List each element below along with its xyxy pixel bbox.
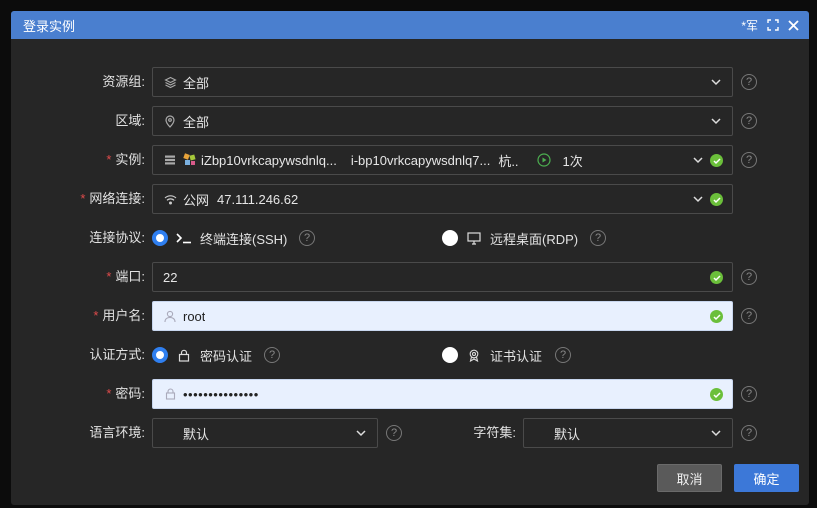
- login-instance-dialog: 登录实例 *军 资源组: 全部 ? 区域: 全部 ? * 实例: iZbp10v…: [11, 11, 809, 505]
- region-select[interactable]: 全部: [152, 106, 733, 136]
- chevron-down-icon: [693, 196, 703, 203]
- resource-group-label: 资源组:: [102, 74, 145, 89]
- chevron-down-icon: [711, 118, 721, 125]
- radio-checked[interactable]: [152, 347, 168, 363]
- wifi-icon: [163, 192, 177, 206]
- network-type: 公网: [183, 192, 210, 208]
- auth-cert-radio[interactable]: 证书认证: [442, 340, 542, 370]
- locale-value: 默认: [183, 426, 210, 442]
- lock-icon: [176, 347, 192, 363]
- password-label: * 密码:: [106, 386, 145, 401]
- close-icon[interactable]: [788, 19, 799, 31]
- valid-check-icon: [710, 154, 723, 167]
- pin-label[interactable]: *军: [741, 17, 758, 34]
- network-select[interactable]: 公网 47.111.246.62: [152, 184, 733, 214]
- help-icon[interactable]: ?: [741, 74, 757, 90]
- protocol-rdp-label: 远程桌面(RDP): [490, 231, 579, 247]
- location-pin-icon: [163, 114, 177, 128]
- chevron-down-icon: [693, 157, 703, 164]
- fullscreen-icon[interactable]: [767, 19, 779, 31]
- username-label: * 用户名:: [93, 308, 145, 323]
- network-label: * 网络连接:: [80, 191, 145, 206]
- protocol-ssh-label: 终端连接(SSH): [200, 231, 288, 247]
- help-icon[interactable]: ?: [264, 347, 280, 363]
- username-input[interactable]: root: [152, 301, 733, 331]
- instance-region: 杭..: [498, 153, 519, 169]
- protocol-label: 连接协议:: [89, 230, 145, 245]
- chevron-down-icon: [356, 430, 366, 437]
- charset-value: 默认: [554, 426, 581, 442]
- radio-unchecked[interactable]: [442, 230, 458, 246]
- monitor-icon: [466, 230, 482, 246]
- help-icon[interactable]: ?: [741, 386, 757, 402]
- instance-label: * 实例:: [106, 152, 145, 167]
- instance-id: iZbp10vrkcapywsdnlq...: [201, 152, 337, 168]
- valid-check-icon: [710, 388, 723, 401]
- layers-icon: [163, 75, 177, 89]
- auth-method-label: 认证方式:: [89, 347, 145, 362]
- resource-group-select[interactable]: 全部: [152, 67, 733, 97]
- instance-count: 1次: [562, 153, 583, 169]
- instance-select[interactable]: iZbp10vrkcapywsdnlq... i-bp10vrkcapywsdn…: [152, 145, 733, 175]
- password-input[interactable]: •••••••••••••••: [152, 379, 733, 409]
- password-value: •••••••••••••••: [183, 386, 259, 402]
- help-icon[interactable]: ?: [741, 269, 757, 285]
- help-icon[interactable]: ?: [741, 113, 757, 129]
- help-icon[interactable]: ?: [741, 308, 757, 324]
- certificate-icon: [466, 347, 482, 363]
- radio-checked[interactable]: [152, 230, 168, 246]
- charset-select[interactable]: 默认: [523, 418, 733, 448]
- network-ip: 47.111.246.62: [217, 191, 299, 207]
- protocol-ssh-radio[interactable]: 终端连接(SSH): [152, 223, 287, 253]
- help-icon[interactable]: ?: [555, 347, 571, 363]
- auth-cert-label: 证书认证: [490, 348, 543, 364]
- locale-select[interactable]: 默认: [152, 418, 378, 448]
- terminal-icon: [176, 230, 192, 246]
- os-logo-icon: [183, 153, 197, 167]
- help-icon[interactable]: ?: [741, 152, 757, 168]
- help-icon[interactable]: ?: [741, 425, 757, 441]
- radio-unchecked[interactable]: [442, 347, 458, 363]
- region-value: 全部: [183, 114, 210, 130]
- user-icon: [163, 309, 177, 323]
- port-value: 22: [163, 269, 178, 285]
- auth-password-label: 密码认证: [200, 348, 253, 364]
- region-label: 区域:: [115, 113, 145, 128]
- protocol-rdp-radio[interactable]: 远程桌面(RDP): [442, 223, 578, 253]
- valid-check-icon: [710, 271, 723, 284]
- chevron-down-icon: [711, 79, 721, 86]
- cancel-button[interactable]: 取消: [657, 464, 722, 492]
- server-icon: [163, 153, 177, 167]
- chevron-down-icon: [711, 430, 721, 437]
- auth-password-radio[interactable]: 密码认证: [152, 340, 252, 370]
- username-value: root: [183, 308, 206, 324]
- help-icon[interactable]: ?: [299, 230, 315, 246]
- instance-name: i-bp10vrkcapywsdnlq7...: [350, 152, 491, 168]
- dialog-titlebar: 登录实例 *军: [11, 11, 809, 39]
- locale-label: 语言环境:: [89, 425, 145, 440]
- valid-check-icon: [710, 193, 723, 206]
- dialog-title: 登录实例: [23, 18, 76, 34]
- port-input[interactable]: 22: [152, 262, 733, 292]
- running-status-icon: [536, 153, 551, 167]
- valid-check-icon: [710, 310, 723, 323]
- resource-group-value: 全部: [183, 75, 210, 91]
- lock-icon: [163, 387, 177, 401]
- confirm-button[interactable]: 确定: [734, 464, 799, 492]
- charset-label: 字符集:: [473, 425, 516, 440]
- help-icon[interactable]: ?: [590, 230, 606, 246]
- port-label: * 端口:: [106, 269, 145, 284]
